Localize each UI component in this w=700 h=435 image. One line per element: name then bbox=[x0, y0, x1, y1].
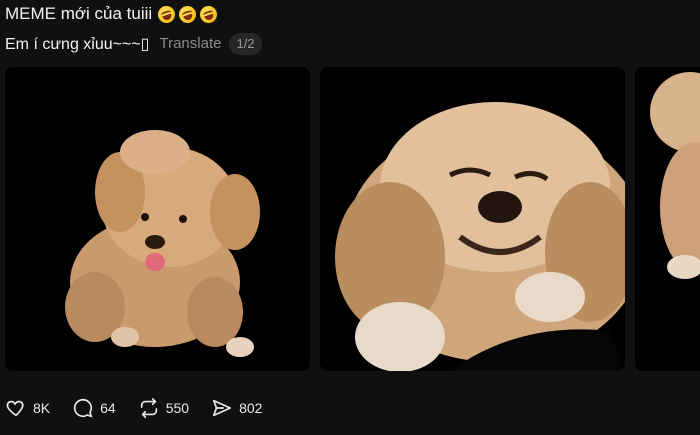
share-button[interactable]: 802 bbox=[211, 397, 262, 419]
like-button[interactable]: 8K bbox=[5, 397, 50, 419]
post-subtitle: Em í cưng xỉuu~~~▯ bbox=[5, 35, 150, 53]
send-icon bbox=[212, 399, 232, 417]
comment-count: 64 bbox=[100, 400, 116, 416]
repost-count: 550 bbox=[165, 400, 190, 416]
media-tile-2[interactable] bbox=[320, 67, 625, 371]
media-carousel[interactable] bbox=[5, 67, 700, 371]
dog-photo-2 bbox=[320, 67, 625, 371]
repost-icon bbox=[140, 398, 157, 418]
laughing-emoji-icon bbox=[155, 3, 178, 25]
post-actions-bar: 8K 64 550 802 bbox=[5, 397, 284, 419]
dog-photo-3 bbox=[635, 67, 700, 371]
media-tile-3[interactable] bbox=[635, 67, 700, 371]
post-caption: MEME mới của tuiii Em í cưng xỉuu~~~▯ Tr… bbox=[5, 3, 262, 55]
heart-icon bbox=[6, 400, 24, 417]
emoji-row bbox=[155, 3, 220, 25]
repost-button[interactable]: 550 bbox=[138, 397, 189, 419]
comment-button[interactable]: 64 bbox=[72, 397, 116, 419]
like-count: 8K bbox=[33, 400, 51, 416]
post-title: MEME mới của tuiii bbox=[5, 4, 153, 23]
translate-link[interactable]: Translate bbox=[159, 35, 221, 53]
dog-photo-1 bbox=[5, 67, 310, 371]
laughing-emoji-icon bbox=[197, 3, 220, 25]
post-title-row: MEME mới của tuiii bbox=[5, 3, 262, 25]
laughing-emoji-icon bbox=[176, 3, 199, 25]
media-pager-badge: 1/2 bbox=[229, 33, 262, 55]
post-subtitle-row: Em í cưng xỉuu~~~▯ Translate 1/2 bbox=[5, 33, 262, 55]
comment-icon bbox=[74, 398, 93, 418]
share-count: 802 bbox=[239, 400, 263, 416]
media-tile-1[interactable] bbox=[5, 67, 310, 371]
